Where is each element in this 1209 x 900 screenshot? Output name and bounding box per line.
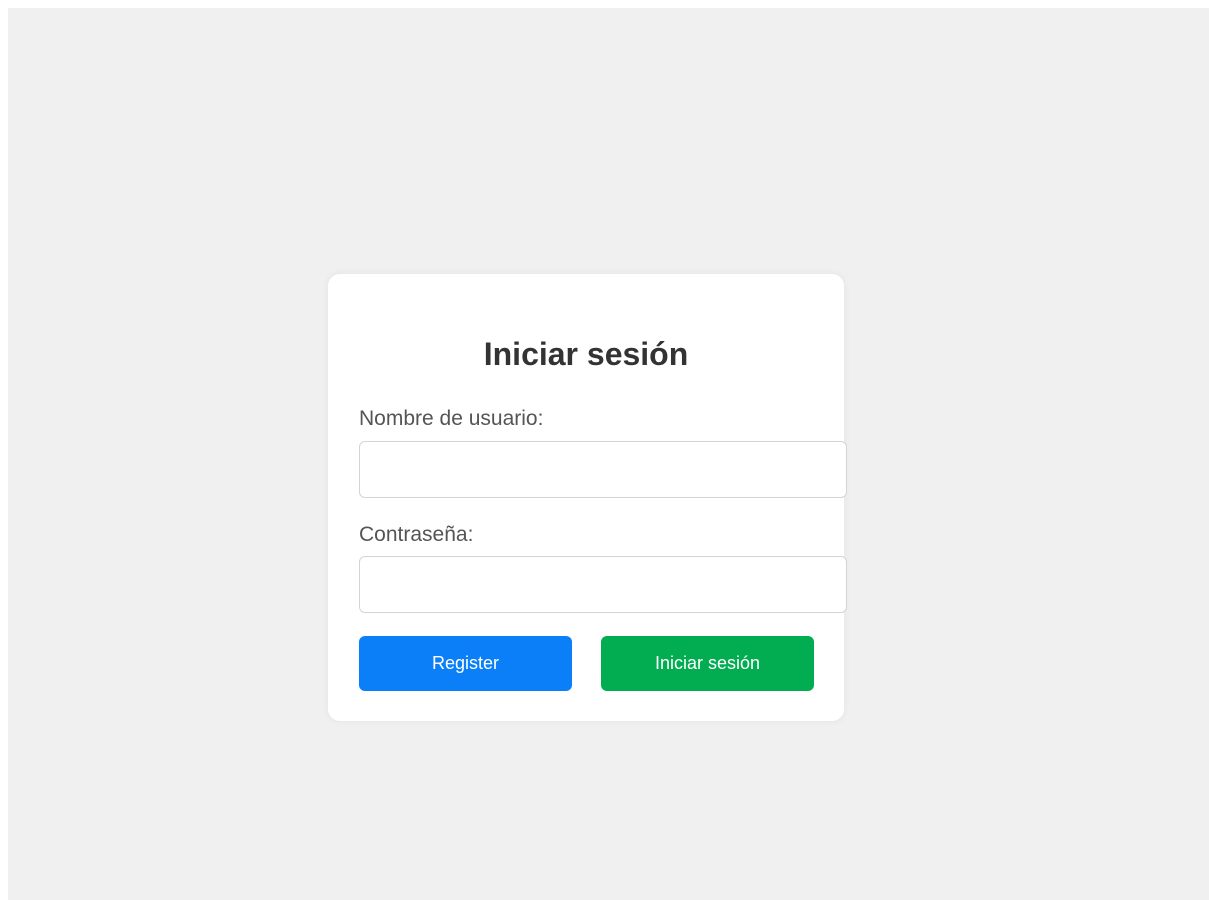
password-label: Contraseña:	[359, 523, 474, 546]
login-button[interactable]: Iniciar sesión	[601, 636, 814, 691]
username-label: Nombre de usuario:	[359, 407, 544, 430]
username-input[interactable]	[359, 441, 847, 498]
register-button[interactable]: Register	[359, 636, 572, 691]
password-input[interactable]	[359, 556, 847, 613]
login-card: Iniciar sesión Nombre de usuario: Contra…	[328, 274, 847, 721]
page-background: Iniciar sesión Nombre de usuario: Contra…	[8, 8, 1209, 900]
page-title: Iniciar sesión	[483, 336, 689, 372]
